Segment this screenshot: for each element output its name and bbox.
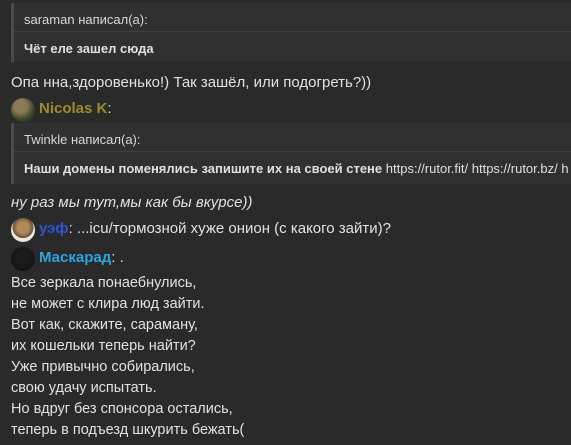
quote-block: saraman написал(а): Чёт еле зашел сюда [11,3,571,62]
quote-header: saraman написал(а): [24,12,148,27]
post-header: Nicolas K: [39,100,112,117]
poem-text: Все зеркала понаебнулись, не может с кли… [11,273,244,441]
author-name-link[interactable]: уэф [39,220,69,237]
author-suffix: : [107,100,112,117]
reply-text: Опа нна,здоровенько!) Так зашёл, или под… [11,74,372,91]
poem-line: их кошельки теперь найти? [11,338,196,354]
poem-line: теперь в подъезд шкурить бежать( [11,422,245,438]
quote-body-bold: Наши домены поменялись запишите их на св… [24,161,383,176]
quote-divider [14,151,571,152]
author-name-link[interactable]: Маскарад [39,249,111,266]
poem-line: Уже привычно собирались, [11,359,195,375]
quote-header: Twinkle написал(а): [24,132,141,147]
poem-line: не может с клира люд зайти. [11,296,205,312]
post-text: : . [111,249,124,266]
quote-body: Наши домены поменялись запишите их на св… [24,161,571,176]
quote-divider [14,31,571,32]
post-header: Маскарад: . [39,249,124,266]
post-header: уэф: ...icu/тормозной хуже онион (с како… [39,220,391,237]
poem-line: свою удачу испытать. [11,380,157,396]
quote-body-links[interactable]: https://rutor.fit/ https://rutor.bz/ h [382,161,569,176]
italic-text: ну раз мы тут,мы как бы вкурсе)) [11,194,253,211]
message-feed: saraman написал(а): Чёт еле зашел сюда О… [0,0,571,445]
poem-line: Все зеркала понаебнулись, [11,275,197,291]
poem-line: Но вдруг без спонсора остались, [11,401,233,417]
author-name-link[interactable]: Nicolas K [39,100,107,117]
avatar[interactable] [11,98,35,122]
avatar[interactable] [11,218,35,242]
post-text: : ...icu/тормозной хуже онион (с какого … [68,220,391,237]
avatar[interactable] [11,247,35,271]
quote-body: Чёт еле зашел сюда [24,41,154,56]
poem-line: Вот как, скажите, сараману, [11,317,198,333]
quote-block: Twinkle написал(а): Наши домены поменяли… [11,123,571,184]
